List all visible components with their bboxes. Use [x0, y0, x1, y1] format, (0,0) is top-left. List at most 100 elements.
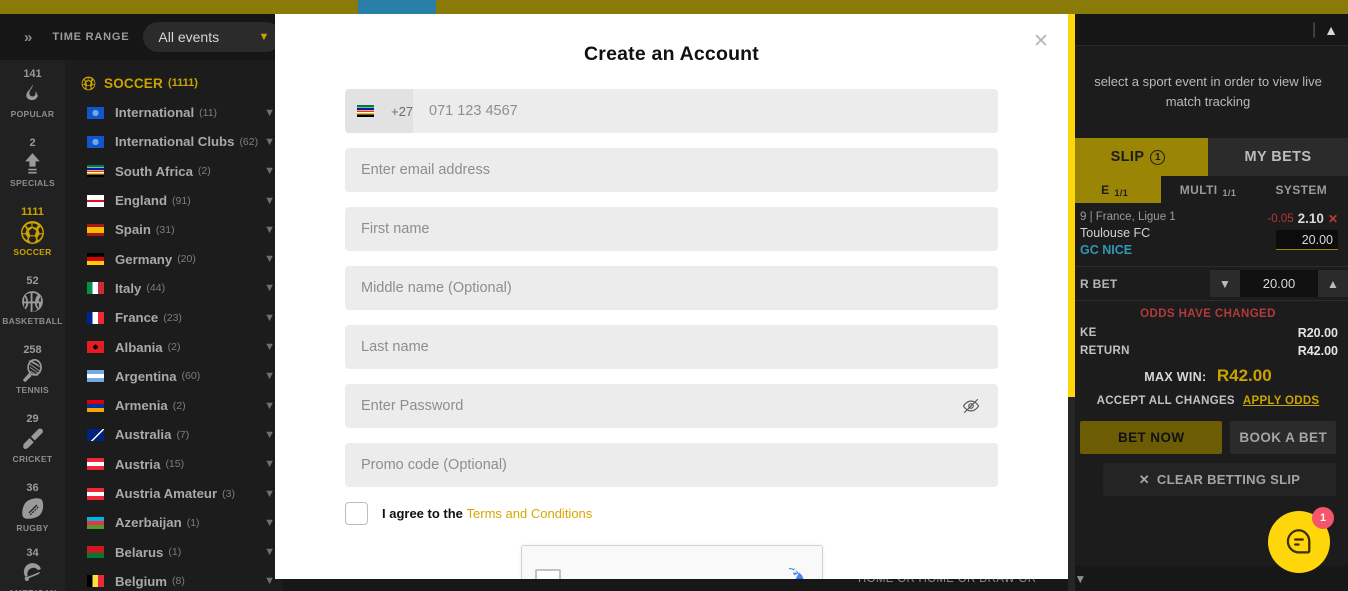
betslip-tab-badge: 1	[1150, 149, 1166, 165]
chevron-down-icon[interactable]: ▼	[264, 458, 275, 470]
chevron-down-icon[interactable]: ▼	[264, 575, 275, 587]
topnav-item-spin-win[interactable]: SPIN & WIN	[790, 0, 894, 14]
rail-item-tennis[interactable]: 258 TENNIS	[0, 336, 65, 405]
country-code-label: +27	[391, 103, 414, 119]
terms-and-conditions-link[interactable]: Terms and Conditions	[467, 506, 593, 521]
time-range-select[interactable]: All events ▼	[143, 22, 282, 52]
league-row[interactable]: Austria (15) ▼	[65, 450, 283, 479]
rail-item-cricket[interactable]: 29 CRICKET	[0, 405, 65, 474]
league-row[interactable]: Azerbaijan (1) ▼	[65, 508, 283, 537]
rail-item-basketball[interactable]: 52 BASKETBALL	[0, 267, 65, 336]
chevron-down-icon[interactable]: ▼	[264, 195, 275, 207]
chevron-down-icon[interactable]: ▼	[1074, 572, 1086, 586]
topnav-item-lucky-numbers[interactable]: LUCKY NUMBERS	[544, 0, 686, 14]
league-row[interactable]: Germany (20) ▼	[65, 244, 283, 273]
chevron-double-right-icon[interactable]: »	[24, 29, 32, 46]
country-code-selector[interactable]: +27	[345, 89, 413, 133]
apply-odds-link[interactable]: APPLY ODDS	[1243, 395, 1320, 407]
league-row[interactable]: Argentina (60) ▼	[65, 362, 283, 391]
chevron-down-icon[interactable]: ▼	[264, 253, 275, 265]
terms-checkbox[interactable]	[345, 502, 368, 525]
registration-form: +27 071 123 4567 Enter email address Firs…	[275, 89, 1068, 579]
chevron-down-icon[interactable]: ▼	[264, 165, 275, 177]
recaptcha-checkbox[interactable]	[534, 569, 561, 579]
topnav-item-betgames[interactable]: BETGAMES	[686, 0, 790, 14]
betslip-tab-slip[interactable]: SLIP 1	[1068, 138, 1208, 176]
league-row[interactable]: Belgium (8) ▼	[65, 567, 283, 591]
book-a-bet-button[interactable]: BOOK A BET	[1230, 421, 1336, 454]
league-row[interactable]: Spain (31) ▼	[65, 215, 283, 244]
league-row[interactable]: Australia (7) ▼	[65, 420, 283, 449]
rail-item-specials[interactable]: 2 SPECIALS	[0, 129, 65, 198]
league-row[interactable]: Austria Amateur (3) ▼	[65, 479, 283, 508]
recaptcha-widget[interactable]	[520, 545, 823, 579]
league-row[interactable]: Armenia (2) ▼	[65, 391, 283, 420]
betslip-subtab-system[interactable]: SYSTEM	[1255, 176, 1348, 203]
close-icon[interactable]: ✕	[1030, 32, 1052, 54]
league-row[interactable]: South Africa (2) ▼	[65, 157, 283, 186]
betslip-subtab-e[interactable]: E 1/1	[1068, 176, 1162, 203]
last-name-field[interactable]: Last name	[345, 325, 998, 369]
chevron-down-icon[interactable]: ▼	[264, 312, 275, 324]
live-tracking-message: select a sport event in order to view li…	[1068, 46, 1348, 138]
per-bet-amount[interactable]: 20.00	[1240, 270, 1318, 297]
clear-betting-slip-button[interactable]: ✕ CLEAR BETTING SLIP	[1103, 463, 1336, 496]
chevron-down-icon[interactable]: ▼	[264, 429, 275, 441]
modal-scrollbar[interactable]	[1068, 14, 1075, 591]
chevron-down-icon[interactable]: ▼	[264, 282, 275, 294]
league-list-header[interactable]: SOCCER (1111)	[65, 68, 283, 98]
stake-input[interactable]: 20.00	[1276, 230, 1338, 250]
first-name-field[interactable]: First name	[345, 207, 998, 251]
betslip-subtab-multi[interactable]: MULTI 1/1	[1161, 176, 1254, 203]
chevron-down-icon[interactable]: ▼	[264, 400, 275, 412]
rail-item-popular[interactable]: 141 POPULAR	[0, 60, 65, 129]
league-row[interactable]: England (91) ▼	[65, 186, 283, 215]
chevron-down-icon[interactable]: ▼	[264, 546, 275, 558]
topnav-item-vegas-tables[interactable]: VEGAS TABLES	[229, 0, 358, 14]
league-row[interactable]: Belarus (1) ▼	[65, 537, 283, 566]
per-bet-stepper: ▼ 20.00 ▲	[1210, 270, 1348, 297]
chevron-down-icon[interactable]: ▼	[264, 517, 275, 529]
league-row[interactable]: France (23) ▼	[65, 303, 283, 332]
chevron-up-icon[interactable]: ▲	[1318, 270, 1348, 297]
middle-name-field[interactable]: Middle name (Optional)	[345, 266, 998, 310]
betslip-tab-my-bets[interactable]: MY BETS	[1208, 138, 1348, 176]
topnav-item-sport[interactable]: SPORT	[358, 0, 436, 14]
rail-item-count: 36	[26, 482, 39, 495]
league-list: SOCCER (1111) International (11) ▼ Internat…	[65, 60, 283, 591]
close-icon[interactable]: ✕	[1328, 212, 1338, 226]
rail-item-soccer[interactable]: 1111 SOCCER	[0, 198, 65, 267]
promo-code-field[interactable]: Promo code (Optional)	[345, 443, 998, 487]
chevron-down-icon[interactable]: ▼	[264, 370, 275, 382]
topnav-item-winners-wheel[interactable]: WINNERS WHEEL	[894, 0, 1034, 14]
tennis-racket-icon	[20, 357, 46, 383]
league-name: Spain	[115, 222, 151, 238]
phone-field[interactable]: +27 071 123 4567	[345, 89, 998, 133]
league-row[interactable]: International Clubs (62) ▼	[65, 127, 283, 156]
topnav-item-aviator[interactable]: AVIATOR	[14, 0, 103, 14]
chevron-down-icon[interactable]: ▼	[264, 341, 275, 353]
league-name: International	[115, 105, 195, 121]
chevron-down-icon[interactable]: ▼	[264, 107, 275, 119]
topnav-item-live-sport[interactable]: LIVE SPORT	[436, 0, 544, 14]
league-row[interactable]: Albania (2) ▼	[65, 332, 283, 361]
rail-item-label: SPECIALS	[10, 178, 55, 189]
league-list-count: (1111)	[167, 77, 198, 89]
chevron-down-icon[interactable]: ▼	[1210, 270, 1240, 297]
modal-scrollbar-thumb[interactable]	[1068, 14, 1075, 397]
chevron-up-icon[interactable]: ▲	[1324, 22, 1338, 38]
rail-item-rugby[interactable]: 36 RUGBY	[0, 474, 65, 543]
chevron-down-icon[interactable]: ▼	[264, 136, 275, 148]
chevron-down-icon[interactable]: ▼	[264, 224, 275, 236]
rail-item-label: POPULAR	[10, 109, 55, 120]
email-field[interactable]: Enter email address	[345, 148, 998, 192]
rail-item-american-football[interactable]: 34AMERICAN FOOTBALL	[0, 543, 65, 591]
chevron-down-icon[interactable]: ▼	[264, 488, 275, 500]
bet-now-button[interactable]: BET NOW	[1080, 421, 1223, 454]
league-row[interactable]: International (11) ▼	[65, 98, 283, 127]
league-row[interactable]: Italy (44) ▼	[65, 274, 283, 303]
eye-off-icon[interactable]	[962, 397, 980, 415]
topnav-item-vegas-games[interactable]: VEGAS GAMES	[103, 0, 229, 14]
password-field[interactable]: Enter Password	[345, 384, 998, 428]
app-root: AVIATORVEGAS GAMESVEGAS TABLESSPORTLIVE …	[0, 0, 1348, 591]
